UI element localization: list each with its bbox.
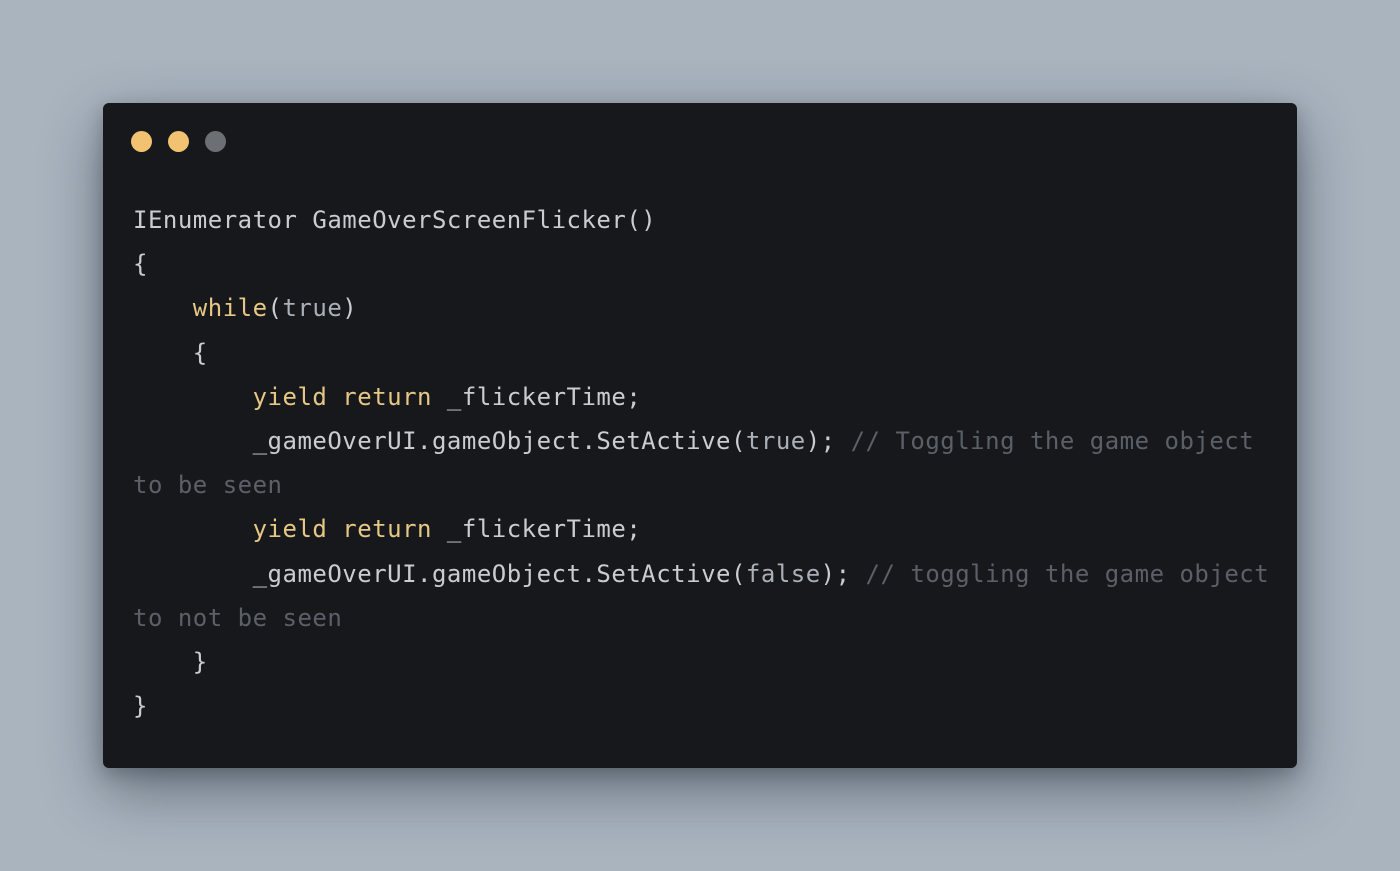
code-token-plain: _flickerTime; — [431, 515, 642, 544]
code-token-plain: } — [133, 692, 148, 721]
code-token-plain: ); — [820, 559, 866, 588]
window-dots — [131, 131, 242, 152]
code-line: yield return _flickerTime; — [133, 375, 1273, 419]
code-token-plain: } — [133, 647, 208, 676]
code-line: } — [133, 684, 1273, 728]
code-window: IEnumerator GameOverScreenFlicker() { whi… — [103, 103, 1297, 768]
code-block: IEnumerator GameOverScreenFlicker() { whi… — [133, 198, 1273, 728]
code-token-cmt: // toggling the game object — [865, 559, 1270, 588]
code-line: } — [133, 640, 1273, 684]
code-line: to not be seen — [133, 596, 1273, 640]
code-token-plain: IEnumerator GameOverScreenFlicker() — [133, 206, 657, 234]
code-token-plain: { — [133, 338, 208, 367]
code-line: IEnumerator GameOverScreenFlicker() — [133, 198, 1273, 242]
code-token-plain: ( — [267, 294, 283, 323]
code-line: while(true) — [133, 286, 1273, 330]
code-token-lit: true — [282, 294, 343, 323]
dot-1-icon — [131, 131, 152, 152]
code-token-plain: ) — [342, 294, 358, 323]
code-token-kw: yield return — [252, 515, 432, 544]
code-token-plain: _flickerTime; — [431, 382, 642, 411]
dot-2-icon — [168, 131, 189, 152]
code-line: to be seen — [133, 463, 1273, 507]
code-token-lit: true — [745, 426, 806, 455]
code-line: { — [133, 242, 1273, 286]
code-line: _gameOverUI.gameObject.SetActive(true); … — [133, 419, 1273, 463]
code-line: yield return _flickerTime; — [133, 507, 1273, 551]
code-token-plain: { — [133, 250, 148, 279]
code-token-cmt: to not be seen — [133, 603, 343, 632]
code-token-plain: ); — [805, 426, 851, 455]
code-token-plain: _gameOverUI.gameObject.SetActive( — [133, 426, 746, 455]
code-line: _gameOverUI.gameObject.SetActive(false);… — [133, 552, 1273, 596]
code-token-plain: _gameOverUI.gameObject.SetActive( — [133, 559, 746, 588]
code-token-kw: yield return — [252, 382, 432, 411]
code-line: { — [133, 331, 1273, 375]
code-token-kw: while — [192, 294, 268, 323]
code-token-lit: false — [745, 559, 821, 588]
dot-3-icon — [205, 131, 226, 152]
code-token-cmt: to be seen — [133, 471, 283, 500]
code-token-cmt: // Toggling the game object — [850, 426, 1255, 455]
